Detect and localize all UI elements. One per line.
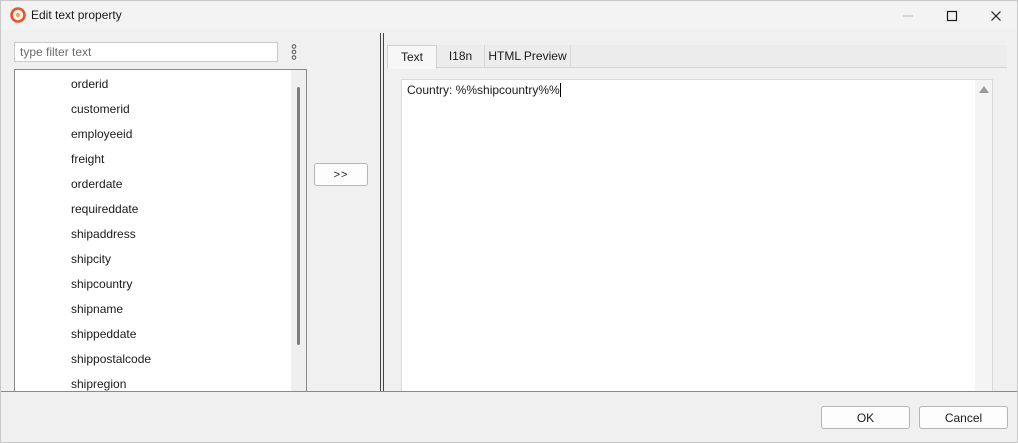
list-item[interactable]: shippeddate xyxy=(71,325,136,343)
maximize-button[interactable] xyxy=(929,1,975,30)
tab-html-preview[interactable]: HTML Preview xyxy=(485,45,571,68)
list-item[interactable]: employeeid xyxy=(71,125,132,143)
insert-field-button[interactable]: >> xyxy=(314,163,368,186)
list-item[interactable]: requireddate xyxy=(71,200,138,218)
tab-text[interactable]: Text xyxy=(387,45,437,69)
ok-button[interactable]: OK xyxy=(821,406,910,429)
minimize-button[interactable] xyxy=(885,1,931,30)
dialog-footer: OK Cancel xyxy=(1,391,1017,442)
minimize-icon xyxy=(903,15,913,16)
list-item[interactable]: orderdate xyxy=(71,175,122,193)
title-bar[interactable]: Edit text property xyxy=(1,1,1017,30)
list-item[interactable]: shipaddress xyxy=(71,225,136,243)
text-editor[interactable]: Country: %%shipcountry%% xyxy=(401,79,993,391)
vertical-dots-icon[interactable] xyxy=(290,44,298,60)
list-item[interactable]: shipname xyxy=(71,300,123,318)
list-item[interactable]: shipcountry xyxy=(71,275,132,293)
list-item[interactable]: shippostalcode xyxy=(71,350,151,368)
editor-content: Country: %%shipcountry%% xyxy=(407,83,560,97)
list-item[interactable]: customerid xyxy=(71,100,130,118)
cancel-button[interactable]: Cancel xyxy=(919,406,1008,429)
editor-scrollbar[interactable] xyxy=(975,80,992,391)
close-button[interactable] xyxy=(973,1,1018,30)
maximize-icon xyxy=(946,10,958,21)
scroll-up-arrow-icon[interactable] xyxy=(979,86,989,93)
report-designer-logo-icon xyxy=(10,7,26,23)
panel-splitter[interactable] xyxy=(380,33,384,391)
dialog-content: orderid customerid employeeid freight or… xyxy=(1,31,1017,391)
list-item[interactable]: shipcity xyxy=(71,250,111,268)
window-title: Edit text property xyxy=(31,8,122,22)
text-caret xyxy=(559,83,561,97)
field-list[interactable]: orderid customerid employeeid freight or… xyxy=(14,69,307,391)
list-item[interactable]: freight xyxy=(71,150,104,168)
close-icon xyxy=(991,10,1001,21)
list-item[interactable]: shipregion xyxy=(71,375,126,391)
filter-input[interactable] xyxy=(14,42,278,62)
tab-bar: Text I18n HTML Preview xyxy=(387,45,1007,69)
edit-text-property-dialog: Edit text property orderid customerid em… xyxy=(0,0,1018,443)
tab-i18n[interactable]: I18n xyxy=(437,45,485,68)
list-item[interactable]: orderid xyxy=(71,75,108,93)
field-list-scroll-thumb[interactable] xyxy=(297,87,300,345)
